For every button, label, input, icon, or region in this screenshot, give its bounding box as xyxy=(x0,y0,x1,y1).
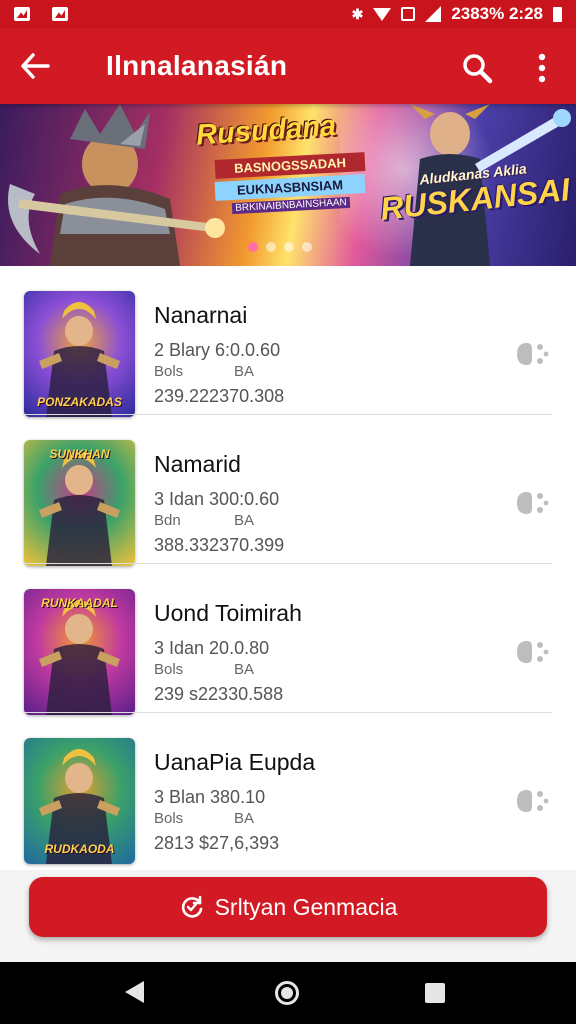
game-meta-tag-a: Bols xyxy=(154,810,184,827)
game-list: PONZAKADAS Nanarnai 2 Blary 6:0.0.60 Bol… xyxy=(0,266,576,870)
game-controller-icon xyxy=(517,641,549,663)
system-nav-bar xyxy=(0,962,576,1024)
search-button[interactable] xyxy=(455,46,499,90)
game-row[interactable]: RUDKAODA UanaPia Eupda 3 Blan 380.10 Bol… xyxy=(0,713,576,864)
game-row[interactable]: RUNKAADAL Uond Toimirah 3 Idan 20.0.80 B… xyxy=(0,564,576,715)
signal-icon xyxy=(425,6,442,22)
more-options-button[interactable] xyxy=(522,46,562,90)
game-meta-line-2: Bols BA xyxy=(154,661,274,678)
game-thumbnail-label: SUNKHAN xyxy=(49,447,110,461)
game-meta-tag-a: Bols xyxy=(154,661,184,678)
game-meta-tag-b: BA xyxy=(234,661,255,678)
photo-notification-icon xyxy=(14,7,30,21)
refresh-icon xyxy=(181,895,202,918)
gallery-notification-icon xyxy=(52,7,68,21)
game-name: Namarid xyxy=(154,451,241,477)
carousel-dot[interactable] xyxy=(248,242,258,252)
game-meta-tag-b: BA xyxy=(234,363,255,380)
arrow-left-icon xyxy=(21,53,50,79)
game-meta-line-3: 388.332370.399 xyxy=(154,535,285,555)
play-button[interactable] xyxy=(512,336,552,372)
game-meta-line-2: Bols BA xyxy=(154,363,274,380)
game-thumbnail-label: PONZAKADAS xyxy=(37,394,122,409)
play-button[interactable] xyxy=(512,783,552,819)
game-meta-tag-a: Bdn xyxy=(154,512,181,529)
page-title: Ilnnalanasián xyxy=(106,50,288,81)
nav-home-icon[interactable] xyxy=(275,981,299,1005)
play-button[interactable] xyxy=(512,634,552,670)
game-meta-line-2: Bols BA xyxy=(154,810,274,827)
nfc-icon xyxy=(401,7,416,21)
game-meta-tag-b: BA xyxy=(234,512,255,529)
status-bar: ✱ 2383% 2:28 xyxy=(0,0,576,28)
bluetooth-icon: ✱ xyxy=(351,5,364,22)
promo-banner[interactable]: Rusudana BASNOGSSADAH EUKNASBNSIAM BRKIN… xyxy=(0,104,576,266)
carousel-dots[interactable] xyxy=(248,242,312,252)
wifi-icon xyxy=(373,7,392,21)
game-meta-line-1: 3 Blan 380.10 xyxy=(154,787,266,807)
game-thumbnail[interactable]: RUNKAADAL xyxy=(24,589,135,715)
nav-back-icon[interactable] xyxy=(125,981,144,1003)
game-name: Nanarnai xyxy=(154,302,248,328)
game-thumbnail[interactable]: RUDKAODA xyxy=(24,738,135,864)
nav-recent-icon[interactable] xyxy=(425,983,445,1003)
game-thumbnail-label: RUNKAADAL xyxy=(41,596,118,610)
banner-subtitle-3: BRKINAIBNBAINSHAAN xyxy=(231,196,351,215)
battery-icon xyxy=(553,6,562,22)
game-thumbnail[interactable]: SUNKHAN xyxy=(24,440,135,566)
game-row[interactable]: SUNKHAN Namarid 3 Idan 300:0.60 Bdn BA 3… xyxy=(0,415,576,566)
game-controller-icon xyxy=(517,790,549,812)
play-button[interactable] xyxy=(512,485,552,521)
game-row[interactable]: PONZAKADAS Nanarnai 2 Blary 6:0.0.60 Bol… xyxy=(0,266,576,417)
game-meta-line-3: 239 s22330.588 xyxy=(154,684,284,704)
carousel-dot[interactable] xyxy=(302,242,312,252)
game-meta-tag-b: BA xyxy=(234,810,255,827)
primary-action-button[interactable]: Srltyan Genmacia xyxy=(29,877,547,937)
game-controller-icon xyxy=(517,492,549,514)
game-name: Uond Toimirah xyxy=(154,600,302,626)
search-icon xyxy=(463,54,493,84)
carousel-dot[interactable] xyxy=(266,242,276,252)
app-bar: Ilnnalanasián xyxy=(0,28,576,104)
game-meta-tag-a: Bols xyxy=(154,363,184,380)
game-name: UanaPia Eupda xyxy=(154,749,316,775)
game-meta-line-1: 3 Idan 20.0.80 xyxy=(154,638,270,658)
game-thumbnail-label: RUDKAODA xyxy=(44,841,115,856)
game-meta-line-1: 2 Blary 6:0.0.60 xyxy=(154,340,281,360)
game-meta-line-2: Bdn BA xyxy=(154,512,274,529)
back-button[interactable] xyxy=(0,28,70,104)
more-vertical-icon xyxy=(538,53,546,83)
game-meta-line-3: 2813 $27,6,393 xyxy=(154,833,280,853)
game-controller-icon xyxy=(517,343,549,365)
game-thumbnail[interactable]: PONZAKADAS xyxy=(24,291,135,417)
primary-action-label: Srltyan Genmacia xyxy=(214,893,398,920)
game-meta-line-3: 239.222370.308 xyxy=(154,386,285,406)
carousel-dot[interactable] xyxy=(284,242,294,252)
game-meta-line-1: 3 Idan 300:0.60 xyxy=(154,489,280,509)
status-text: 2383% 2:28 xyxy=(451,4,543,23)
